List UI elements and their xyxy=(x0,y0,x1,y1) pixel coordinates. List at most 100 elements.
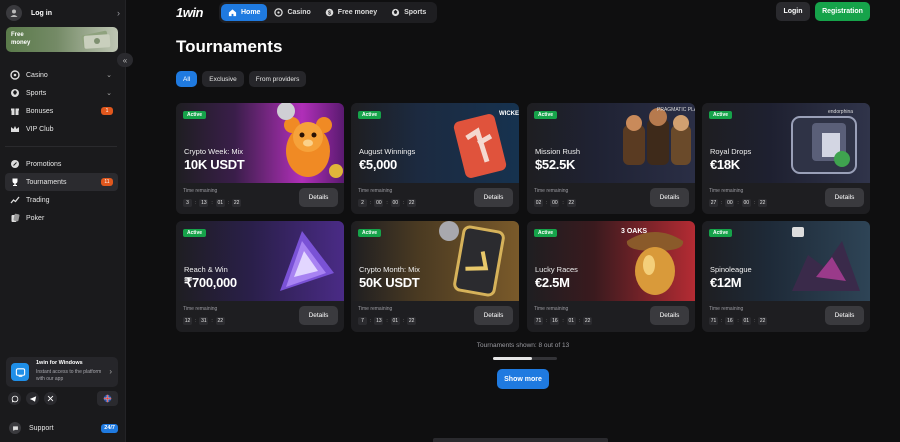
windows-app-subtitle: Instant access to the platform with our … xyxy=(36,369,102,382)
tournament-art-image: endorphina xyxy=(791,109,857,174)
sidebar-item-label: Promotions xyxy=(26,160,62,168)
tab-sports[interactable]: Sports xyxy=(384,4,433,21)
tab-home[interactable]: Home xyxy=(221,4,268,21)
windows-app-card[interactable]: 1win for Windows Instant access to the p… xyxy=(6,357,118,387)
page-title: Tournaments xyxy=(176,37,283,56)
timer-segment: 00 xyxy=(390,199,400,207)
timer-segment: 22 xyxy=(407,317,417,325)
ball-icon xyxy=(391,8,400,17)
language-flag-icon[interactable] xyxy=(97,391,118,406)
tournament-card[interactable]: Active Crypto Month: Mix 50K USDT Time r… xyxy=(351,221,519,332)
telegram-icon[interactable] xyxy=(26,392,39,405)
sidebar-item-casino[interactable]: Casino ⌄ xyxy=(5,66,118,84)
tournament-card[interactable]: Active Spinoleague €12M Time remaining 7… xyxy=(702,221,870,332)
timer-separator: : xyxy=(546,318,548,324)
sidebar-item-label: Casino xyxy=(26,71,48,79)
sidebar-item-tournaments[interactable]: Tournaments 11 xyxy=(5,173,118,191)
chart-icon xyxy=(10,195,20,205)
sidebar-item-bonuses[interactable]: Bonuses 1 xyxy=(5,102,118,120)
shown-progress-fill xyxy=(493,357,533,360)
details-button[interactable]: Details xyxy=(474,306,513,325)
sidebar: Log in › Free money « Casino ⌄ Sports ⌄ xyxy=(0,0,133,442)
details-button[interactable]: Details xyxy=(650,188,689,207)
timer-separator: : xyxy=(737,318,739,324)
x-twitter-icon[interactable] xyxy=(44,392,57,405)
timer-segment: 22 xyxy=(758,199,768,207)
svg-text:$: $ xyxy=(328,10,331,16)
status-badge: Active xyxy=(534,229,558,237)
details-button[interactable]: Details xyxy=(299,306,338,325)
tab-label: Casino xyxy=(287,9,311,16)
tournament-card[interactable]: Active Crypto Week: Mix 10K USDT Time re… xyxy=(176,103,344,214)
tournament-card[interactable]: PRAGMATIC PLAY Active Mission Rush $52.5… xyxy=(527,103,695,214)
tournament-prize: ₹700,000 xyxy=(184,275,237,290)
whatsapp-icon[interactable] xyxy=(8,392,21,405)
timer-segment: 00 xyxy=(550,199,560,207)
sidebar-item-poker[interactable]: Poker xyxy=(5,209,118,227)
tab-free-money[interactable]: $ Free money xyxy=(318,4,384,21)
site-logo[interactable]: 1win xyxy=(176,5,203,20)
details-button[interactable]: Details xyxy=(299,188,338,207)
details-button[interactable]: Details xyxy=(825,306,864,325)
social-links xyxy=(6,391,118,407)
tournament-card[interactable]: WICKED GAMES Active August Winnings €5,0… xyxy=(351,103,519,214)
tournament-card[interactable]: Active Reach & Win ₹700,000 Time remaini… xyxy=(176,221,344,332)
timer-segment: 71 xyxy=(709,317,718,325)
timer-segment: 7 xyxy=(358,317,367,325)
show-more-button[interactable]: Show more xyxy=(497,369,549,389)
app-logo-icon xyxy=(11,363,29,381)
timer-segment: 16 xyxy=(550,317,560,325)
filter-from-providers[interactable]: From providers xyxy=(248,71,307,87)
sidebar-item-label: Bonuses xyxy=(26,107,54,115)
windows-app-title: 1win for Windows xyxy=(36,360,83,366)
tournament-name: Lucky Races xyxy=(535,265,578,274)
countdown-timer: 2:00:00:22 xyxy=(358,199,417,207)
sidebar-item-promotions[interactable]: Promotions xyxy=(5,155,118,173)
status-badge: Active xyxy=(358,229,382,237)
timer-segment: 22 xyxy=(758,317,768,325)
filter-tabs: All Exclusive From providers xyxy=(176,71,307,87)
tournament-card[interactable]: 3 OAKS Active Lucky Races €2.5M Time rem… xyxy=(527,221,695,332)
filter-exclusive[interactable]: Exclusive xyxy=(202,71,244,87)
time-remaining-label: Time remaining xyxy=(709,306,744,312)
tournament-prize: €12M xyxy=(710,275,742,290)
sidebar-item-sports[interactable]: Sports ⌄ xyxy=(5,84,118,102)
bonuses-count-badge: 1 xyxy=(101,107,113,115)
sidebar-item-label: VIP Club xyxy=(26,125,54,133)
sidebar-item-vip-club[interactable]: VIP Club xyxy=(5,120,118,138)
details-button[interactable]: Details xyxy=(825,188,864,207)
tournament-art-image xyxy=(277,103,343,178)
tournament-name: August Winnings xyxy=(359,147,416,156)
timer-segment: 16 xyxy=(725,317,735,325)
tournaments-shown-count: Tournaments shown: 8 out of 13 xyxy=(476,342,570,349)
tournament-art-image xyxy=(280,231,334,291)
sidebar-login-row[interactable]: Log in › xyxy=(6,4,120,22)
time-remaining-label: Time remaining xyxy=(183,306,218,312)
timer-separator: : xyxy=(737,200,739,206)
timer-separator: : xyxy=(211,200,213,206)
tournament-art-image xyxy=(792,227,860,291)
casino-chip-icon xyxy=(10,70,20,80)
timer-separator: : xyxy=(546,200,548,206)
support-button[interactable]: Support 24/7 xyxy=(6,420,118,436)
registration-button[interactable]: Registration xyxy=(815,2,870,21)
timer-separator: : xyxy=(386,318,388,324)
chevron-right-icon: › xyxy=(117,8,120,18)
login-button[interactable]: Login xyxy=(776,2,810,21)
home-icon xyxy=(228,8,237,17)
free-money-banner[interactable]: Free money xyxy=(6,27,118,52)
tournament-name: Crypto Month: Mix xyxy=(359,265,420,274)
tournament-prize: €5,000 xyxy=(359,157,397,172)
filter-all[interactable]: All xyxy=(176,71,198,87)
timer-separator: : xyxy=(195,318,197,324)
sidebar-item-trading[interactable]: Trading xyxy=(5,191,118,209)
timer-separator: : xyxy=(562,318,564,324)
tournament-art-image: PRAGMATIC PLAY xyxy=(623,107,695,165)
timer-separator: : xyxy=(402,200,405,206)
details-button[interactable]: Details xyxy=(650,306,689,325)
details-button[interactable]: Details xyxy=(474,188,513,207)
chevron-right-icon: › xyxy=(109,367,112,376)
tournament-card[interactable]: endorphina Active Royal Drops €18K Time … xyxy=(702,103,870,214)
tab-casino[interactable]: Casino xyxy=(267,4,317,21)
collapse-sidebar-button[interactable]: « xyxy=(117,53,133,67)
